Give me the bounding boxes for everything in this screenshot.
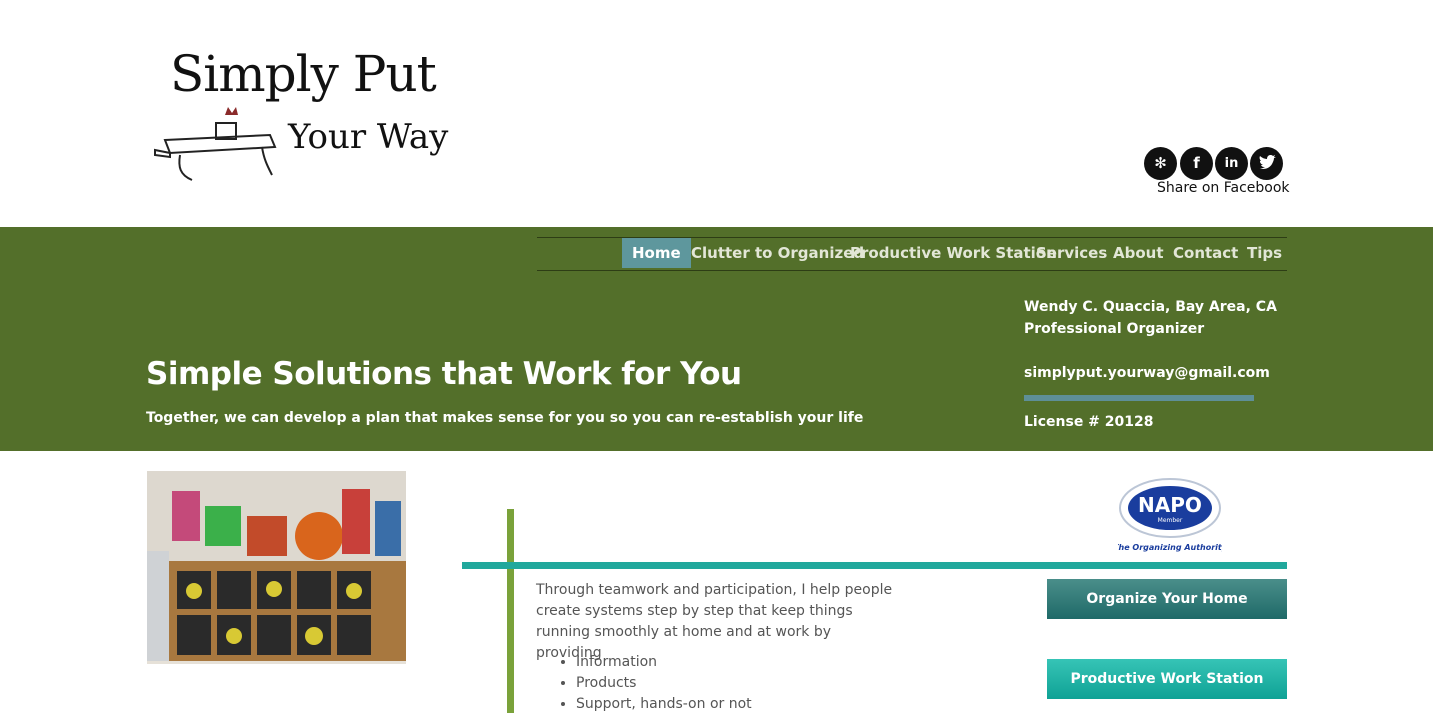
napo-tagline: The Organizing Authority — [1118, 543, 1222, 552]
napo-member-text: Member — [1158, 517, 1183, 524]
napo-member-badge[interactable]: NAPO Member The Organizing Authority — [1113, 478, 1228, 554]
email-link[interactable]: simplyput.yourway@gmail.com — [1024, 365, 1270, 381]
organizer-name: Wendy C. Quaccia, Bay Area, CA — [1024, 299, 1277, 315]
social-links: ✻ f in — [1144, 147, 1284, 181]
logo-text-line2: Your Way — [288, 117, 449, 157]
table-illustration — [154, 107, 277, 181]
organizer-title: Professional Organizer — [1024, 321, 1205, 337]
site-logo[interactable]: Simply Put Your Way — [150, 45, 450, 190]
list-item: Information — [576, 652, 752, 673]
logo-text-line1: Simply Put — [170, 45, 437, 103]
hero-headline: Simple Solutions that Work for You — [146, 356, 742, 392]
yelp-icon[interactable]: ✻ — [1144, 147, 1177, 180]
linkedin-icon[interactable]: in — [1215, 147, 1248, 180]
accent-horizontal-bar — [462, 562, 1287, 569]
share-on-facebook-link[interactable]: Share on Facebook — [1157, 180, 1290, 196]
organize-your-home-button[interactable]: Organize Your Home — [1047, 579, 1287, 619]
hero-subline: Together, we can develop a plan that mak… — [146, 410, 864, 426]
email-divider — [1024, 395, 1254, 401]
twitter-icon[interactable] — [1250, 147, 1283, 180]
nav-contact[interactable]: Contact — [1163, 238, 1248, 268]
shelf-photo — [147, 471, 406, 664]
license-number: License # 20128 — [1024, 414, 1154, 430]
list-item: Support, hands-on or not — [576, 694, 752, 715]
nav-tips[interactable]: Tips — [1237, 238, 1292, 268]
napo-logo-text: NAPO — [1138, 493, 1202, 517]
main-nav: Home Clutter to Organized Productive Wor… — [537, 237, 1287, 271]
services-list: Information Products Support, hands-on o… — [558, 652, 752, 715]
list-item: Products — [576, 673, 752, 694]
accent-vertical-bar — [507, 509, 514, 713]
productive-work-station-button[interactable]: Productive Work Station — [1047, 659, 1287, 699]
facebook-icon[interactable]: f — [1180, 147, 1213, 180]
